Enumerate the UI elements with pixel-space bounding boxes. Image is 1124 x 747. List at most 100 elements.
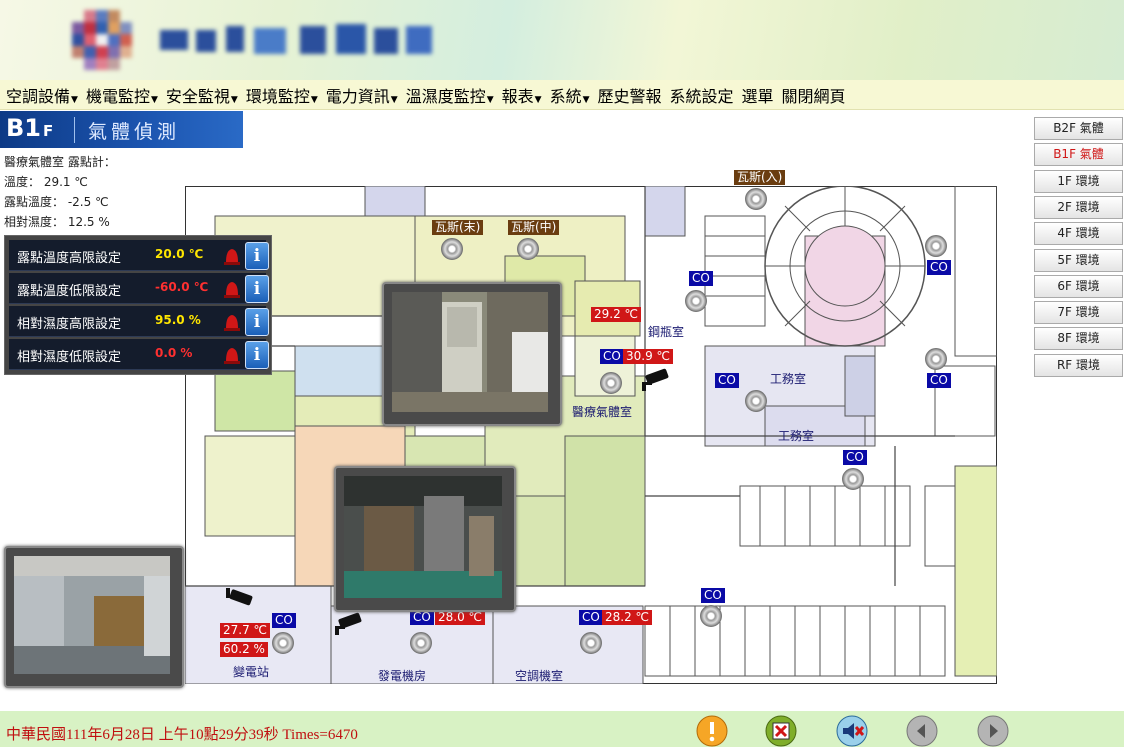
menu-item-label: 安全監視 (165, 86, 230, 106)
alarm-light-icon (224, 249, 240, 265)
header-banner (0, 0, 1124, 80)
info-icon[interactable]: i (245, 275, 269, 303)
stop-icon[interactable] (765, 715, 797, 747)
co-sensor-icon[interactable] (410, 632, 432, 654)
cctv-camera-icon[interactable] (333, 612, 365, 636)
logo-icon (70, 10, 134, 74)
floor-button[interactable]: 7F 環境 (1034, 301, 1123, 325)
menu-item-11[interactable]: 關閉網頁 (782, 83, 846, 107)
info-icon[interactable]: i (245, 308, 269, 336)
menu-item-7[interactable]: 系統▼ (550, 83, 590, 107)
cctv-camera-icon[interactable] (640, 368, 672, 392)
menu-item-label: 報表 (501, 86, 534, 106)
camera-feed-2[interactable] (334, 466, 516, 612)
threshold-row: 相對濕度高限設定 95.0 % i (9, 306, 269, 337)
co-sensor-icon[interactable] (925, 348, 947, 370)
temp-medgas-room: 30.9 ℃ (623, 349, 674, 364)
threshold-value[interactable]: 0.0 % (155, 346, 192, 360)
gas-sensor-icon[interactable] (517, 238, 539, 260)
menu-item-label: 電力資訊 (325, 86, 390, 106)
threshold-row: 相對濕度低限設定 0.0 % i (9, 339, 269, 370)
menu-item-2[interactable]: 安全監視▼ (166, 83, 238, 107)
floor-button[interactable]: 5F 環境 (1034, 248, 1123, 272)
room-label-substation: 變電站 (233, 665, 270, 679)
menu-item-10[interactable]: 選單 (742, 83, 774, 107)
room-label-bottle: 鋼瓶室 (648, 325, 685, 339)
temp-ac-room: 28.2 ℃ (602, 610, 653, 625)
prev-icon[interactable] (906, 715, 938, 747)
menu-item-6[interactable]: 報表▼ (502, 83, 542, 107)
co-sensor-icon[interactable] (700, 605, 722, 627)
threshold-label: 露點溫度低限設定 (17, 284, 122, 299)
title-divider (74, 117, 75, 143)
alarm-light-icon (224, 282, 240, 298)
room-label-medgas: 醫療氣體室 (572, 405, 633, 419)
co-tag: CO (843, 450, 867, 465)
co-tag: CO (410, 610, 434, 625)
menu-item-1[interactable]: 機電監控▼ (86, 83, 158, 107)
caret-down-icon: ▼ (310, 94, 318, 105)
floor-button[interactable]: 4F 環境 (1034, 222, 1123, 246)
info-icon[interactable]: i (245, 341, 269, 369)
menu-item-0[interactable]: 空調設備▼ (6, 83, 78, 107)
co-sensor-icon[interactable] (842, 468, 864, 490)
menu-item-4[interactable]: 電力資訊▼ (326, 83, 398, 107)
camera-image (344, 476, 506, 602)
floor-button[interactable]: 1F 環境 (1034, 169, 1123, 193)
status-footer: 中華民國111年6月28日 上午10點29分39秒 Times=6470 (0, 711, 1124, 747)
gas-sensor-end-tag[interactable]: 瓦斯(末) (432, 220, 484, 235)
threshold-value[interactable]: -60.0 ℃ (155, 280, 208, 294)
temp-bottle-room: 29.2 ℃ (591, 307, 642, 322)
floor-button[interactable]: 6F 環境 (1034, 274, 1123, 298)
camera-feed-3[interactable] (4, 546, 184, 688)
info-icon[interactable]: i (245, 242, 269, 270)
floor-label: B1 F (6, 114, 54, 142)
menu-item-9[interactable]: 系統設定 (670, 83, 734, 107)
humidity-substation: 60.2 % (220, 642, 268, 657)
menu-item-label: 系統 (549, 86, 582, 106)
menu-item-label: 歷史警報 (597, 86, 662, 106)
threshold-value[interactable]: 95.0 % (155, 313, 201, 327)
co-tag: CO (600, 349, 624, 364)
floor-button[interactable]: 2F 環境 (1034, 195, 1123, 219)
floor-button[interactable]: RF 環境 (1034, 353, 1123, 377)
gas-sensor-icon[interactable] (745, 188, 767, 210)
menu-item-label: 選單 (741, 86, 774, 106)
co-sensor-icon[interactable] (745, 390, 767, 412)
alarm-light-icon (224, 348, 240, 364)
menu-item-5[interactable]: 溫濕度監控▼ (406, 83, 494, 107)
menu-item-label: 關閉網頁 (781, 86, 846, 106)
next-icon[interactable] (977, 715, 1009, 747)
alarm-icon[interactable] (696, 715, 728, 747)
co-tag: CO (715, 373, 739, 388)
co-tag: CO (701, 588, 725, 603)
menu-item-label: 空調設備 (6, 86, 71, 106)
threshold-label: 相對濕度低限設定 (17, 350, 122, 365)
threshold-value[interactable]: 20.0 ℃ (155, 247, 203, 261)
dewpoint-readout: 醫療氣體室 露點計： 溫度： 29.1 ℃ 露點溫度： -2.5 ℃ 相對濕度：… (4, 152, 116, 232)
cctv-camera-icon[interactable] (224, 588, 256, 612)
camera-image (392, 292, 552, 416)
menu-item-3[interactable]: 環境監控▼ (246, 83, 318, 107)
co-sensor-icon[interactable] (685, 290, 707, 312)
threshold-label: 露點溫度高限設定 (17, 251, 122, 266)
gas-sensor-icon[interactable] (441, 238, 463, 260)
menu-item-8[interactable]: 歷史警報 (598, 83, 662, 107)
temp-generator-room: 28.0 ℃ (435, 610, 486, 625)
camera-feed-1[interactable] (382, 282, 562, 426)
co-sensor-icon[interactable] (580, 632, 602, 654)
floor-button[interactable]: B2F 氣體 (1034, 117, 1123, 140)
mute-icon[interactable] (836, 715, 868, 747)
gas-sensor-in-tag[interactable]: 瓦斯(入) (734, 170, 786, 185)
co-tag: CO (927, 373, 951, 388)
floor-button[interactable]: B1F 氣體 (1034, 143, 1123, 167)
menu-item-label: 機電監控 (85, 86, 150, 106)
co-sensor-icon[interactable] (925, 235, 947, 257)
gas-sensor-mid-tag[interactable]: 瓦斯(中) (508, 220, 560, 235)
co-sensor-icon[interactable] (272, 632, 294, 654)
floor-button[interactable]: 8F 環境 (1034, 327, 1123, 351)
caret-down-icon: ▼ (582, 94, 590, 105)
co-sensor-icon[interactable] (600, 372, 622, 394)
caret-down-icon: ▼ (230, 94, 238, 105)
menu-item-label: 溫濕度監控 (405, 86, 486, 106)
